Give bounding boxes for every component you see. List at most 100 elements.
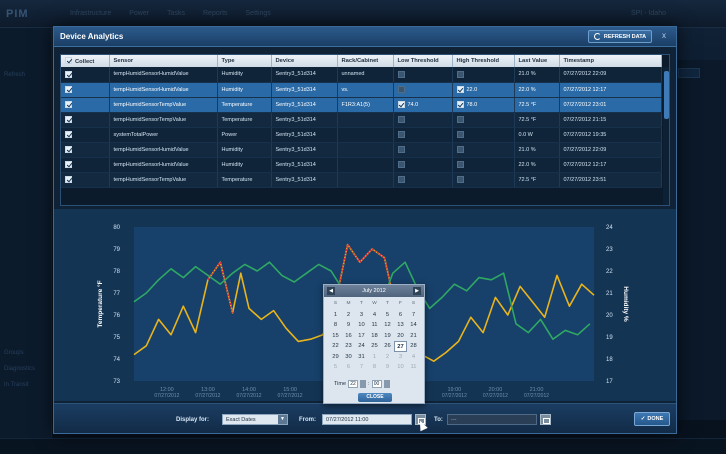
calendar-day[interactable]: 28 (407, 341, 420, 352)
next-month-icon[interactable]: ▶ (413, 287, 421, 295)
table-row[interactable]: tempHumidSensorHumidValue Humidity Sentry3… (61, 142, 662, 158)
low-threshold-checkbox[interactable] (397, 101, 405, 108)
collect-checkbox[interactable] (65, 101, 72, 108)
collect-checkbox[interactable] (65, 116, 72, 123)
calendar-day[interactable]: 11 (407, 362, 420, 373)
from-date-field[interactable]: 07/27/2012 11:00 (322, 414, 412, 425)
table-scrollbar[interactable] (663, 67, 669, 205)
calendar-day[interactable]: 16 (342, 331, 355, 342)
calendar-day[interactable]: 3 (394, 352, 407, 363)
to-calendar-icon[interactable] (540, 414, 551, 425)
calendar-day[interactable]: 7 (355, 362, 368, 373)
calendar-day[interactable]: 21 (407, 331, 420, 342)
column-header[interactable]: Type (217, 55, 272, 67)
calendar-day[interactable]: 22 (329, 341, 342, 352)
high-threshold-checkbox[interactable] (456, 101, 464, 108)
high-threshold-checkbox[interactable] (456, 131, 464, 138)
high-threshold-checkbox[interactable] (456, 116, 464, 123)
low-threshold-checkbox[interactable] (397, 70, 405, 78)
calendar-day[interactable]: 1 (368, 352, 381, 363)
calendar-day[interactable]: 8 (329, 320, 342, 331)
calendar-day[interactable]: 30 (342, 352, 355, 363)
column-header[interactable]: Device (271, 55, 338, 67)
collect-checkbox[interactable] (65, 86, 72, 93)
close-icon[interactable]: x (662, 31, 666, 40)
table-row[interactable]: tempHumidSensorTempValue Temperature Sentr… (61, 97, 662, 113)
refresh-data-button[interactable]: REFRESH DATA (588, 30, 652, 43)
calendar-day[interactable]: 8 (368, 362, 381, 373)
high-threshold-checkbox[interactable] (456, 70, 464, 78)
done-button[interactable]: ✓ DONE (634, 412, 670, 426)
hour-input[interactable]: 22 (348, 380, 359, 388)
calendar-day[interactable]: 9 (381, 362, 394, 373)
collect-checkbox[interactable] (65, 146, 72, 153)
calendar-day[interactable]: 1 (329, 310, 342, 321)
calendar-day[interactable]: 15 (329, 331, 342, 342)
collect-checkbox[interactable] (65, 176, 72, 183)
column-header[interactable]: High Threshold (452, 55, 515, 67)
low-threshold-checkbox[interactable] (397, 131, 405, 138)
column-header[interactable]: Low Threshold (393, 55, 453, 67)
calendar-day[interactable]: 23 (342, 341, 355, 352)
calendar-day[interactable]: 13 (394, 320, 407, 331)
table-row[interactable]: tempHumidSensorHumidValue Humidity Sentry3… (61, 82, 662, 98)
column-header[interactable]: Rack/Cabinet (337, 55, 394, 67)
low-threshold-value[interactable]: 74.0 (408, 102, 419, 108)
calendar-day[interactable]: 14 (407, 320, 420, 331)
collect-checkbox[interactable] (65, 70, 72, 78)
high-threshold-value[interactable]: 22.0 (467, 87, 478, 93)
calendar-day[interactable]: 31 (355, 352, 368, 363)
column-header[interactable]: Sensor (109, 55, 218, 67)
calendar-day[interactable]: 4 (407, 352, 420, 363)
calendar-day[interactable]: 5 (329, 362, 342, 373)
selected-day[interactable]: 27 (394, 341, 407, 352)
date-picker-close-button[interactable]: CLOSE (358, 393, 392, 402)
date-picker-month[interactable]: July 2012 (354, 288, 394, 294)
column-header[interactable]: Collect (61, 55, 110, 67)
calendar-day[interactable]: 10 (355, 320, 368, 331)
to-date-field[interactable]: --- (447, 414, 537, 425)
prev-month-icon[interactable]: ◀ (327, 287, 335, 295)
high-threshold-checkbox[interactable] (456, 146, 464, 153)
calendar-day[interactable]: 4 (368, 310, 381, 321)
calendar-day[interactable]: 2 (342, 310, 355, 321)
column-header[interactable]: Last Value (514, 55, 560, 67)
calendar-day[interactable]: 26 (381, 341, 394, 352)
table-row[interactable]: systemTotalPower Power Sentry3_51d314 0.0 W… (61, 127, 662, 143)
table-row[interactable]: tempHumidSensorTempValue Temperature Sentr… (61, 172, 662, 188)
calendar-day[interactable]: 3 (355, 310, 368, 321)
table-row[interactable]: tempHumidSensorHumidValue Humidity Sentry3… (61, 157, 662, 173)
high-threshold-checkbox[interactable] (456, 176, 464, 183)
calendar-day[interactable]: 5 (381, 310, 394, 321)
hour-stepper[interactable] (360, 380, 367, 388)
minute-stepper[interactable] (383, 380, 390, 388)
calendar-day[interactable]: 11 (368, 320, 381, 331)
calendar-day[interactable]: 25 (368, 341, 381, 352)
low-threshold-checkbox[interactable] (397, 86, 405, 93)
high-threshold-value[interactable]: 78.0 (467, 102, 478, 108)
calendar-day[interactable]: 6 (342, 362, 355, 373)
calendar-day[interactable]: 24 (355, 341, 368, 352)
high-threshold-checkbox[interactable] (456, 86, 464, 93)
calendar-day[interactable]: 6 (394, 310, 407, 321)
calendar-day[interactable]: 12 (381, 320, 394, 331)
calendar-day[interactable]: 19 (381, 331, 394, 342)
collect-checkbox[interactable] (65, 131, 72, 138)
low-threshold-checkbox[interactable] (397, 116, 405, 123)
calendar-day[interactable]: 17 (355, 331, 368, 342)
display-for-select[interactable]: Exact Dates ▼ (222, 414, 288, 425)
low-threshold-checkbox[interactable] (397, 176, 405, 183)
low-threshold-checkbox[interactable] (397, 161, 405, 168)
calendar-day[interactable]: 9 (342, 320, 355, 331)
calendar-day[interactable]: 10 (394, 362, 407, 373)
scrollbar-thumb[interactable] (664, 71, 669, 119)
calendar-day[interactable]: 2 (381, 352, 394, 363)
calendar-day[interactable]: 20 (394, 331, 407, 342)
table-row[interactable]: tempHumidSensorHumidValue Humidity Sentry3… (61, 67, 662, 83)
minute-input[interactable]: 00 (371, 380, 382, 388)
calendar-day[interactable]: 29 (329, 352, 342, 363)
table-row[interactable]: tempHumidSensorTempValue Temperature Sentr… (61, 112, 662, 128)
low-threshold-checkbox[interactable] (397, 146, 405, 153)
collect-all-checkbox[interactable] (65, 57, 72, 65)
calendar-day[interactable]: 18 (368, 331, 381, 342)
